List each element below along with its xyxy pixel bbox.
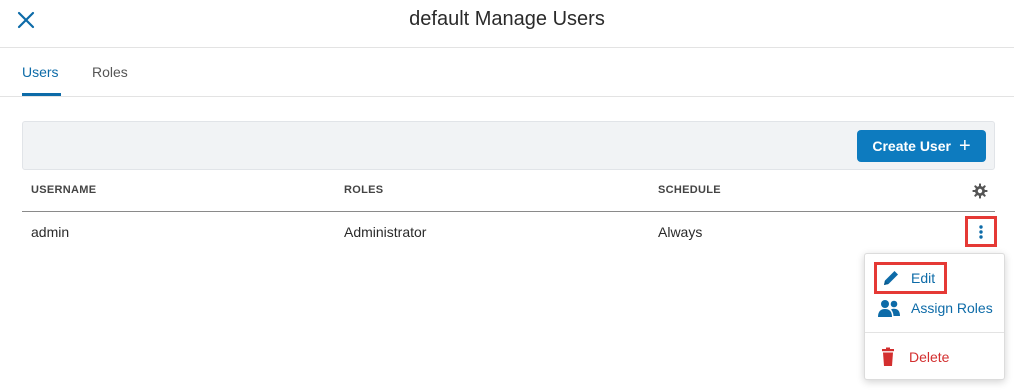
tab-roles[interactable]: Roles <box>92 64 128 80</box>
active-tab-indicator <box>22 93 61 96</box>
page-title: default Manage Users <box>409 8 605 30</box>
cell-roles: Administrator <box>344 224 427 240</box>
row-actions-button[interactable] <box>965 216 997 247</box>
gear-icon <box>972 183 988 199</box>
create-user-button[interactable]: Create User + <box>857 130 986 162</box>
menu-item-label: Assign Roles <box>911 300 993 316</box>
users-icon <box>878 300 900 317</box>
pencil-icon <box>884 271 898 285</box>
tab-users[interactable]: Users <box>22 64 59 80</box>
create-user-label: Create User <box>872 138 951 154</box>
menu-item-assign-roles[interactable]: Assign Roles <box>877 296 993 320</box>
menu-item-edit[interactable]: Edit <box>874 262 947 294</box>
toolbar: Create User + <box>22 121 995 170</box>
trash-icon <box>882 347 894 366</box>
menu-item-label: Delete <box>909 349 950 365</box>
more-vertical-icon <box>979 224 983 239</box>
row-actions-menu: Edit Assign Roles Delete <box>864 253 1005 380</box>
menu-item-delete[interactable]: Delete <box>877 345 949 369</box>
column-header-username[interactable]: USERNAME <box>31 184 96 196</box>
header: default Manage Users <box>0 0 1014 48</box>
table-header: USERNAME ROLES SCHEDULE <box>22 171 995 212</box>
cell-username: admin <box>31 224 70 240</box>
column-header-roles[interactable]: ROLES <box>344 184 383 196</box>
menu-divider <box>865 332 1004 333</box>
column-header-schedule[interactable]: SCHEDULE <box>658 184 721 196</box>
plus-icon: + <box>958 135 971 157</box>
manage-users-page: default Manage Users Users Roles Create … <box>0 0 1014 391</box>
table-settings-button[interactable] <box>972 183 988 199</box>
menu-item-label: Edit <box>911 270 936 286</box>
cell-schedule: Always <box>658 224 703 240</box>
table-row[interactable]: admin Administrator Always <box>22 212 997 252</box>
tab-bar: Users Roles <box>0 48 1014 97</box>
